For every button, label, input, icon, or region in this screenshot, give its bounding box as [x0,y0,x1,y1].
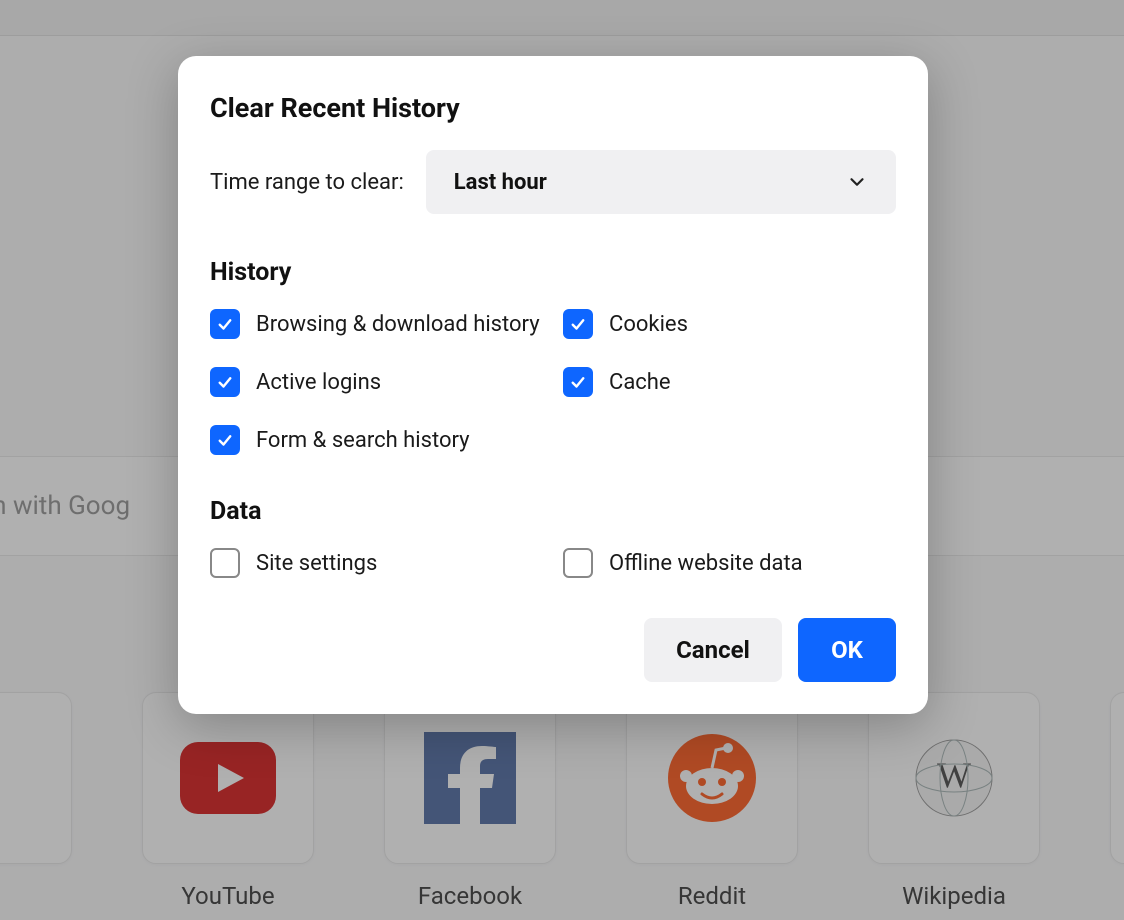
checkbox-row-active-logins: Active logins [210,367,543,397]
cancel-button[interactable]: Cancel [644,618,782,682]
checkbox-row-site-settings: Site settings [210,548,543,578]
checkbox-browsing-history[interactable] [210,309,240,339]
checkbox-label: Offline website data [609,551,803,576]
checkmark-icon [569,373,587,391]
checkbox-offline-data[interactable] [563,548,593,578]
checkmark-icon [216,373,234,391]
checkmark-icon [569,315,587,333]
checkbox-row-cookies: Cookies [563,309,896,339]
time-range-dropdown[interactable]: Last hour [426,150,896,214]
checkbox-cache[interactable] [563,367,593,397]
checkbox-row-offline-data: Offline website data [563,548,896,578]
checkbox-cookies[interactable] [563,309,593,339]
checkbox-active-logins[interactable] [210,367,240,397]
checkbox-label: Browsing & download history [256,312,540,337]
history-section-header: History [210,258,896,287]
ok-button[interactable]: OK [798,618,896,682]
checkbox-label: Cache [609,370,671,395]
time-range-value: Last hour [454,170,547,195]
checkmark-icon [216,315,234,333]
checkbox-label: Site settings [256,551,377,576]
checkmark-icon [216,431,234,449]
time-range-label: Time range to clear: [210,170,404,195]
chevron-down-icon [846,171,868,193]
data-section-header: Data [210,497,896,526]
checkbox-label: Form & search history [256,428,470,453]
clear-history-dialog: Clear Recent History Time range to clear… [178,56,928,714]
checkbox-row-form-search: Form & search history [210,425,543,455]
checkbox-form-search[interactable] [210,425,240,455]
dialog-title: Clear Recent History [210,92,896,124]
checkbox-site-settings[interactable] [210,548,240,578]
checkbox-row-browsing-history: Browsing & download history [210,309,543,339]
checkbox-row-cache: Cache [563,367,896,397]
checkbox-label: Active logins [256,370,381,395]
checkbox-label: Cookies [609,312,688,337]
